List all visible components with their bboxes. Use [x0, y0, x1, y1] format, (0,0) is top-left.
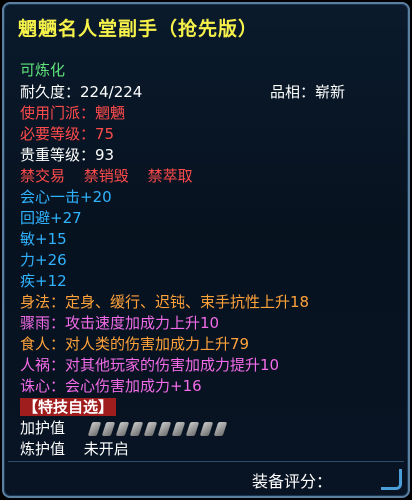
restriction-tag: 禁交易 [20, 167, 66, 185]
refinable-label: 可炼化 [20, 61, 66, 79]
value-level: 贵重等级：93 [20, 146, 115, 164]
item-tooltip: 魍魉名人堂副手（抢先版） 可炼化 耐久度：224/224 品相：崭新 使用门派：… [2, 2, 410, 498]
effect-line: 食人：对人类的伤害加成力上升79 [20, 335, 250, 353]
effect-line: 身法：定身、缓行、迟钝、束手抗性上升18 [20, 293, 310, 311]
equipment-score-label: 装备评分： [251, 472, 332, 491]
stunt-title: 【特技自选】 [20, 398, 117, 416]
protect-row: 加护值 [20, 418, 228, 438]
school-requirement: 使用门派：魍魉 [20, 104, 126, 122]
restriction-tags: 禁交易 禁销毁 禁萃取 [20, 166, 207, 186]
restriction-tag: 禁萃取 [147, 167, 193, 185]
durability-row: 耐久度：224/224 品相：崭新 [20, 82, 400, 102]
effect-line: 人祸：对其他玩家的伤害加成力提升10 [20, 356, 280, 374]
durability-label: 耐久度： [20, 83, 81, 101]
protect-slot-icon [115, 421, 130, 436]
protect-slot-icon [199, 421, 214, 436]
stat-line: 力+26 [20, 251, 67, 269]
grade-value: 崭新 [315, 83, 346, 101]
protect-label: 加护值 [20, 419, 66, 437]
stat-line: 敏+15 [20, 230, 67, 248]
grade-field: 品相：崭新 [270, 82, 345, 102]
protect-slot-icon [87, 421, 102, 436]
level-requirement: 必要等级：75 [20, 125, 115, 143]
item-title: 魍魉名人堂副手（抢先版） [18, 18, 259, 40]
restriction-tag: 禁销毁 [83, 167, 129, 185]
refine-label: 炼护值 [20, 440, 66, 458]
stat-line: 会心一击+20 [20, 188, 112, 206]
grade-label: 品相： [270, 83, 316, 101]
protect-slot-icon [143, 421, 158, 436]
stunt-section: 【特技自选】 [20, 397, 117, 417]
durability-value: 224/224 [80, 83, 143, 101]
corner-accent-icon [381, 469, 402, 490]
protect-slot-icon [157, 421, 172, 436]
protect-slot-icon [171, 421, 186, 436]
refine-row: 炼护值 未开启 [20, 439, 129, 459]
protect-slot-icon [185, 421, 200, 436]
protect-slot-icon [101, 421, 116, 436]
effect-line: 骤雨：攻击速度加成力上升10 [20, 314, 220, 332]
stat-line: 疾+12 [20, 272, 67, 290]
effect-line: 诛心：会心伤害加成力+16 [20, 377, 202, 395]
refine-value: 未开启 [83, 440, 129, 458]
protect-slot-icon [213, 421, 228, 436]
stat-line: 回避+27 [20, 209, 82, 227]
protect-slot-icon [129, 421, 144, 436]
protect-slots [87, 421, 228, 436]
tooltip-footer: 装备评分： [8, 461, 404, 492]
